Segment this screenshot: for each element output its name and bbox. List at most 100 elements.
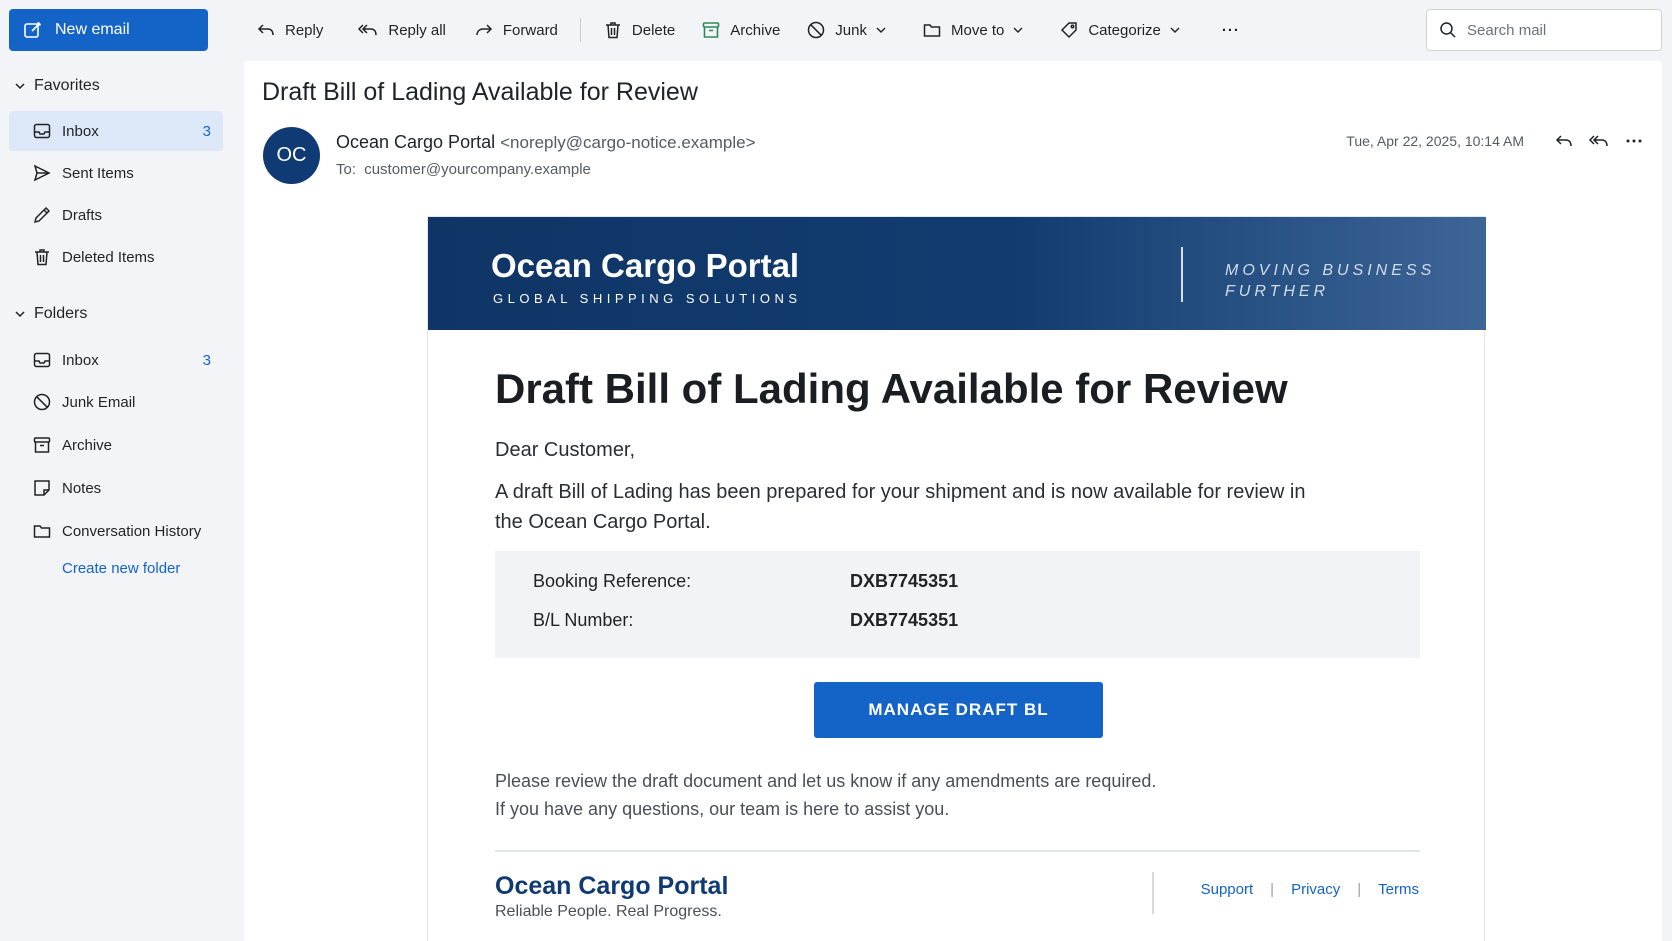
forward-icon — [474, 20, 503, 40]
recipient-line: To: customer@yourcompany.example — [336, 161, 591, 178]
favorites-item-deleted[interactable]: Deleted Items — [9, 237, 223, 277]
greeting: Dear Customer, — [495, 439, 636, 461]
categorize-button[interactable]: Categorize — [1049, 12, 1200, 48]
chevron-down-icon — [1169, 24, 1190, 36]
chevron-down-icon — [14, 308, 34, 320]
bl-number-row: B/L Number: DXB7745351 — [533, 610, 958, 631]
sender-name[interactable]: Ocean Cargo Portal — [336, 132, 495, 152]
delete-button[interactable]: Delete — [593, 12, 685, 48]
reply-all-button[interactable]: Reply all — [347, 12, 456, 48]
favorites-header[interactable]: Favorites — [14, 77, 100, 95]
email-header-banner: Ocean Cargo Portal GLOBAL SHIPPING SOLUT… — [428, 217, 1486, 330]
unread-count: 3 — [202, 122, 211, 140]
favorites-item-drafts[interactable]: Drafts — [9, 195, 223, 235]
archive-icon — [31, 434, 53, 456]
tagline-line-2: FURTHER — [1225, 283, 1330, 300]
body-paragraph: A draft Bill of Lading has been prepared… — [495, 481, 1306, 533]
reply-button[interactable]: Reply — [246, 12, 333, 48]
block-icon — [806, 20, 835, 40]
folder-item-junk[interactable]: Junk Email — [9, 382, 223, 422]
nav-item-label: Inbox — [62, 122, 99, 140]
manage-draft-bl-button[interactable]: MANAGE DRAFT BL — [814, 682, 1103, 738]
bl-number-label: B/L Number: — [533, 610, 634, 630]
booking-reference-label: Booking Reference: — [533, 571, 692, 591]
email-title: Draft Bill of Lading Available for Revie… — [495, 365, 1288, 412]
toolbar-divider — [579, 18, 581, 42]
closing-note: Please review the draft document and let… — [495, 767, 1156, 823]
avatar[interactable]: OC — [263, 127, 320, 184]
link-separator: | — [1270, 881, 1275, 898]
sender-email: <noreply@cargo-notice.example> — [500, 133, 756, 152]
chevron-down-icon — [1012, 24, 1033, 36]
nav-item-label: Deleted Items — [62, 248, 155, 266]
favorites-item-inbox[interactable]: Inbox 3 — [9, 111, 223, 151]
footer-links: Support | Privacy | Terms — [1201, 881, 1419, 898]
new-email-label: New email — [55, 21, 130, 38]
folder-item-archive[interactable]: Archive — [9, 425, 223, 465]
delete-label: Delete — [631, 21, 676, 39]
nav-item-label: Junk Email — [62, 393, 136, 411]
new-email-button[interactable]: New email — [9, 9, 208, 51]
chevron-down-icon — [14, 80, 34, 92]
sender-line: Ocean Cargo Portal <noreply@cargo-notice… — [336, 132, 756, 153]
email-body: Ocean Cargo Portal GLOBAL SHIPPING SOLUT… — [427, 216, 1486, 941]
forward-button[interactable]: Forward — [464, 12, 568, 48]
tagline-line-1: MOVING BUSINESS — [1225, 262, 1436, 279]
nav-item-label: Sent Items — [62, 164, 134, 182]
banner-divider — [1181, 247, 1183, 302]
footer-tagline: Reliable People. Real Progress. — [495, 903, 722, 920]
folders-header[interactable]: Folders — [14, 305, 87, 323]
reply-label: Reply — [285, 21, 324, 39]
footer-brand: Ocean Cargo Portal — [495, 872, 729, 900]
folder-item-conversation-history[interactable]: Conversation History — [9, 511, 223, 551]
reply-icon[interactable] — [1554, 131, 1574, 151]
nav-item-label: Archive — [62, 436, 113, 454]
more-icon: ··· — [1221, 21, 1240, 39]
reading-pane: Draft Bill of Lading Available for Revie… — [244, 61, 1662, 941]
folder-item-inbox[interactable]: Inbox 3 — [9, 340, 223, 380]
bl-number-value: DXB7745351 — [850, 610, 959, 630]
nav-item-label: Drafts — [62, 206, 103, 224]
compose-icon — [23, 20, 55, 40]
junk-label: Junk — [835, 21, 867, 39]
create-new-folder-link[interactable]: Create new folder — [62, 560, 180, 577]
archive-button[interactable]: Archive — [691, 12, 790, 48]
footer-vertical-divider — [1152, 872, 1154, 914]
link-separator: | — [1357, 881, 1362, 898]
search-box[interactable] — [1426, 9, 1662, 51]
block-icon — [31, 391, 53, 413]
folders-title: Folders — [34, 305, 88, 322]
booking-reference-value: DXB7745351 — [850, 571, 959, 591]
move-to-label: Move to — [950, 21, 1005, 39]
brand-logo: Ocean Cargo Portal — [491, 247, 800, 284]
closing-note-line-2: If you have any questions, our team is h… — [495, 799, 950, 819]
support-link[interactable]: Support — [1201, 881, 1254, 898]
search-input[interactable] — [1467, 21, 1647, 39]
to-label: To: — [336, 161, 357, 178]
closing-note-line-1: Please review the draft document and let… — [495, 771, 1157, 791]
inbox-icon — [31, 120, 53, 142]
more-icon[interactable] — [1624, 131, 1644, 151]
forward-label: Forward — [502, 21, 558, 39]
move-to-button[interactable]: Move to — [912, 12, 1043, 48]
booking-reference-row: Booking Reference: DXB7745351 — [533, 571, 958, 592]
send-icon — [31, 162, 53, 184]
more-actions-button[interactable]: ··· — [1212, 12, 1250, 48]
terms-link[interactable]: Terms — [1378, 881, 1419, 898]
junk-button[interactable]: Junk — [796, 12, 906, 48]
reference-box: Booking Reference: DXB7745351 B/L Number… — [495, 551, 1420, 658]
chevron-down-icon — [875, 24, 896, 36]
reply-all-label: Reply all — [388, 21, 446, 39]
reply-all-icon[interactable] — [1588, 131, 1610, 151]
folder-item-notes[interactable]: Notes — [9, 468, 223, 508]
nav-item-label: Notes — [62, 479, 102, 497]
trash-icon — [31, 246, 53, 268]
folder-icon — [922, 20, 951, 40]
favorites-item-sent[interactable]: Sent Items — [9, 153, 223, 193]
message-actions: Tue, Apr 22, 2025, 10:14 AM — [1346, 131, 1644, 151]
message-date: Tue, Apr 22, 2025, 10:14 AM — [1346, 133, 1524, 149]
archive-label: Archive — [730, 21, 781, 39]
privacy-link[interactable]: Privacy — [1291, 881, 1340, 898]
note-icon — [31, 477, 53, 499]
to-address[interactable]: customer@yourcompany.example — [364, 161, 591, 178]
